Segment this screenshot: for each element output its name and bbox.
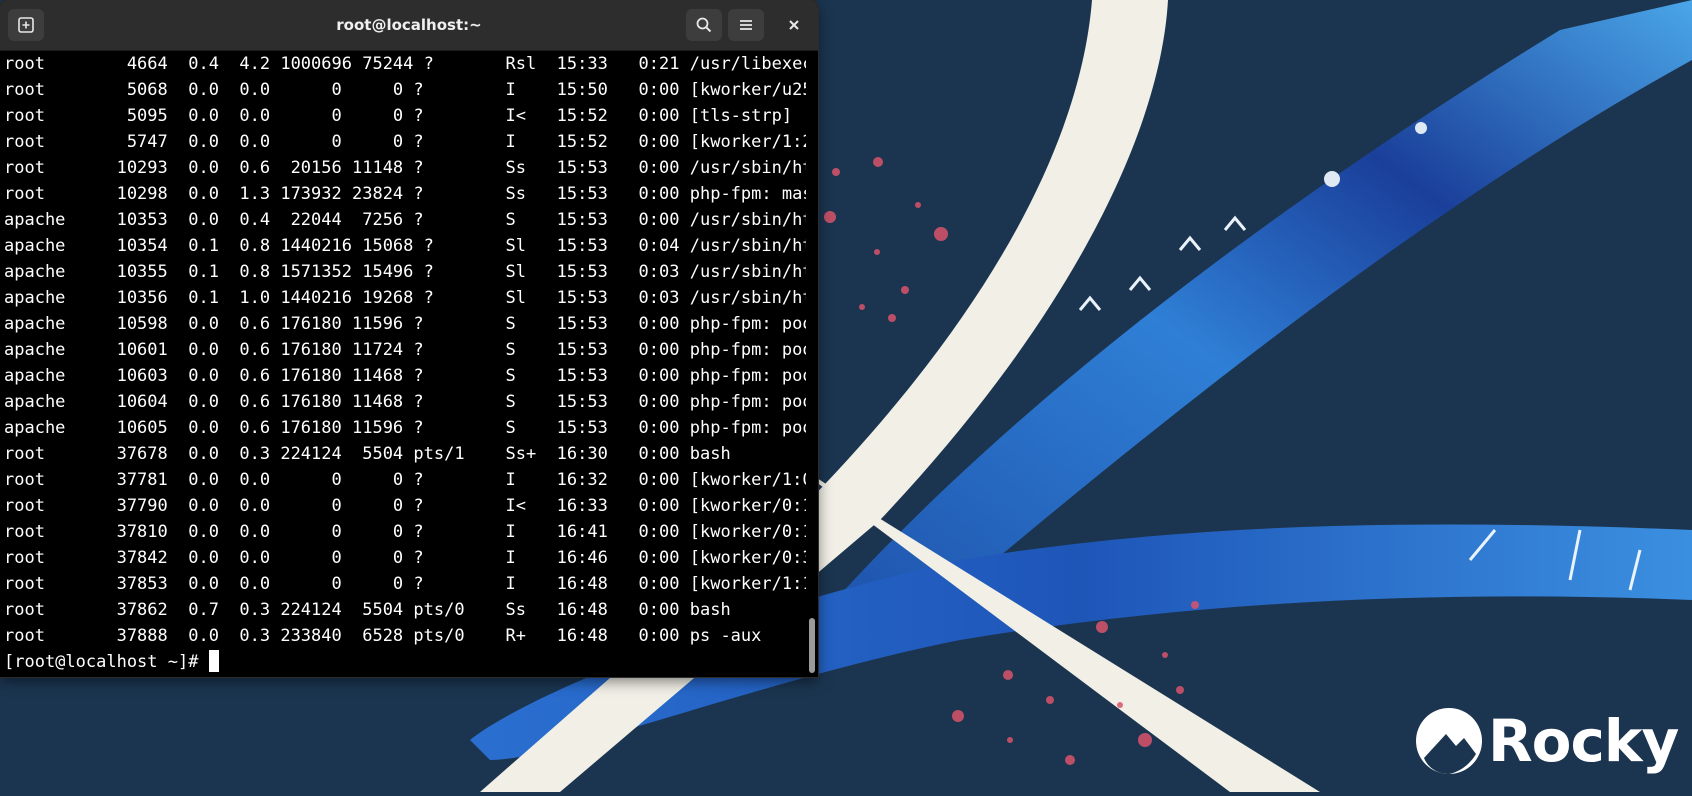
output-line: root 37888 0.0 0.3 233840 6528 pts/0 R+ … — [4, 626, 762, 646]
output-line: root 37853 0.0 0.0 0 0 ? I 16:48 0:00 [k… — [4, 574, 806, 594]
output-line: root 37862 0.7 0.3 224124 5504 pts/0 Ss … — [4, 600, 731, 620]
output-line: root 10293 0.0 0.6 20156 11148 ? Ss 15:5… — [4, 158, 806, 178]
close-button[interactable] — [776, 9, 812, 41]
output-line: root 37810 0.0 0.0 0 0 ? I 16:41 0:00 [k… — [4, 522, 806, 542]
hamburger-menu-icon — [740, 20, 752, 30]
output-line: root 37842 0.0 0.0 0 0 ? I 16:46 0:00 [k… — [4, 548, 806, 568]
shell-prompt: [root@localhost ~]# — [4, 652, 209, 672]
output-line: apache 10603 0.0 0.6 176180 11468 ? S 15… — [4, 366, 806, 386]
search-button[interactable] — [686, 9, 722, 41]
output-line: apache 10598 0.0 0.6 176180 11596 ? S 15… — [4, 314, 806, 334]
output-line: apache 10355 0.1 0.8 1571352 15496 ? Sl … — [4, 262, 806, 282]
rocky-brand-text: Rocky — [1488, 707, 1679, 775]
rocky-logo-icon — [1416, 708, 1482, 774]
output-line: apache 10605 0.0 0.6 176180 11596 ? S 15… — [4, 418, 806, 438]
scrollbar-thumb[interactable] — [809, 618, 815, 673]
terminal-output[interactable]: root 4664 0.4 4.2 1000696 75244 ? Rsl 15… — [0, 51, 806, 677]
output-line: root 5095 0.0 0.0 0 0 ? I< 15:52 0:00 [t… — [4, 106, 793, 126]
terminal-window[interactable]: root@localhost:~ root 4664 0.4 4.2 10006… — [0, 0, 818, 677]
output-line: root 4664 0.4 4.2 1000696 75244 ? Rsl 15… — [4, 54, 806, 74]
new-tab-icon — [18, 17, 34, 33]
output-line: apache 10601 0.0 0.6 176180 11724 ? S 15… — [4, 340, 806, 360]
output-line: root 37790 0.0 0.0 0 0 ? I< 16:33 0:00 [… — [4, 496, 806, 516]
command-prompt-line[interactable]: [root@localhost ~]# — [0, 649, 806, 675]
output-line: root 10298 0.0 1.3 173932 23824 ? Ss 15:… — [4, 184, 806, 204]
output-line: apache 10604 0.0 0.6 176180 11468 ? S 15… — [4, 392, 806, 412]
title-bar[interactable]: root@localhost:~ — [0, 0, 818, 51]
text-cursor — [208, 649, 219, 672]
output-line: root 37678 0.0 0.3 224124 5504 pts/1 Ss+… — [4, 444, 731, 464]
vertical-scrollbar[interactable] — [806, 51, 818, 677]
output-line: root 37781 0.0 0.0 0 0 ? I 16:32 0:00 [k… — [4, 470, 806, 490]
output-line: apache 10353 0.0 0.4 22044 7256 ? S 15:5… — [4, 210, 806, 230]
output-line: apache 10354 0.1 0.8 1440216 15068 ? Sl … — [4, 236, 806, 256]
output-line: apache 10356 0.1 1.0 1440216 19268 ? Sl … — [4, 288, 806, 308]
search-icon — [696, 17, 712, 33]
close-icon — [789, 20, 799, 30]
new-tab-button[interactable] — [8, 9, 44, 41]
menu-button[interactable] — [728, 9, 764, 41]
rocky-logo: Rocky — [1414, 706, 1679, 776]
output-line: root 5068 0.0 0.0 0 0 ? I 15:50 0:00 [kw… — [4, 80, 806, 100]
output-line: root 5747 0.0 0.0 0 0 ? I 15:52 0:00 [kw… — [4, 132, 806, 152]
